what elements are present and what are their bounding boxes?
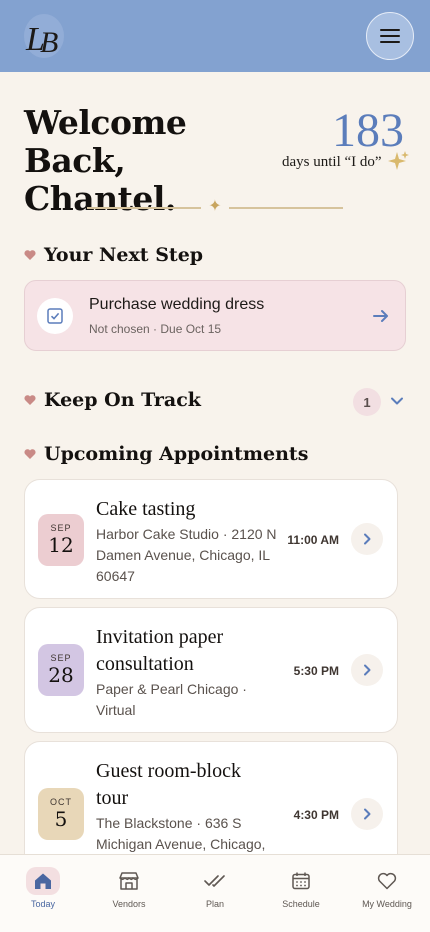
arrow-right-icon[interactable] bbox=[371, 306, 391, 326]
section-next-step: Your Next Step bbox=[24, 244, 203, 266]
appointment-address: Paper & Pearl Chicago · Virtual bbox=[96, 681, 247, 718]
section-title: Keep On Track bbox=[44, 389, 201, 411]
section-title: Your Next Step bbox=[44, 244, 204, 266]
appointment-open-button[interactable] bbox=[351, 798, 383, 830]
menu-button[interactable] bbox=[366, 12, 414, 60]
date-day: 5 bbox=[54, 807, 68, 831]
section-keep-on-track[interactable]: Keep On Track bbox=[24, 389, 201, 411]
next-step-subtitle: Not chosen · Due Oct 15 bbox=[89, 322, 222, 336]
welcome-line-1: Welcome bbox=[24, 103, 187, 142]
appointment-title: Cake tasting bbox=[96, 498, 196, 520]
task-checkbox[interactable] bbox=[37, 298, 73, 334]
date-day: 28 bbox=[48, 663, 74, 687]
section-upcoming-appointments: Upcoming Appointments bbox=[24, 443, 308, 465]
appointment-time: 11:00 AM bbox=[287, 533, 339, 547]
nav-item-vendors[interactable]: Vendors bbox=[86, 867, 172, 909]
calendar-icon bbox=[284, 867, 318, 895]
logo-monogram[interactable]: L B bbox=[20, 8, 72, 64]
checkbox-icon bbox=[47, 308, 63, 324]
svg-text:B: B bbox=[40, 26, 58, 59]
countdown-label: days until “I do” bbox=[282, 154, 382, 170]
home-icon bbox=[26, 867, 60, 895]
date-month: SEP bbox=[50, 653, 72, 663]
appointment-title: Invitation paper consultation bbox=[96, 626, 224, 675]
chevron-down-icon[interactable] bbox=[389, 393, 405, 409]
hamburger-menu-icon bbox=[380, 27, 400, 45]
date-month: SEP bbox=[50, 523, 72, 533]
date-tile: OCT 5 bbox=[38, 788, 84, 840]
nav-item-my-wedding[interactable]: My Wedding bbox=[344, 867, 430, 909]
date-tile: SEP 28 bbox=[38, 644, 84, 696]
date-day: 12 bbox=[48, 533, 74, 557]
nav-label: Plan bbox=[205, 899, 224, 909]
appointment-open-button[interactable] bbox=[351, 654, 383, 686]
appointment-card[interactable]: SEP 12 Cake tasting Harbor Cake Studio ·… bbox=[24, 479, 398, 599]
next-step-title: Purchase wedding dress bbox=[89, 296, 265, 313]
nav-item-plan[interactable]: Plan bbox=[172, 867, 258, 909]
appointment-title: Guest room-block tour bbox=[96, 760, 241, 809]
appointment-time: 4:30 PM bbox=[293, 808, 339, 822]
appointment-time: 5:30 PM bbox=[293, 664, 339, 678]
section-title: Upcoming Appointments bbox=[44, 443, 309, 465]
count-badge: 1 bbox=[353, 388, 381, 416]
heart-icon bbox=[370, 867, 404, 895]
diamond-star-icon: ✦ bbox=[208, 198, 222, 215]
appointment-address: The Blackstone · 636 S Michigan Avenue, … bbox=[96, 815, 266, 852]
chevron-right-icon bbox=[364, 808, 371, 820]
double-check-icon bbox=[198, 867, 232, 895]
ornament-divider: ✦ bbox=[87, 198, 343, 218]
date-month: OCT bbox=[50, 797, 72, 807]
date-tile: SEP 12 bbox=[38, 514, 84, 566]
nav-label: Today bbox=[30, 899, 56, 909]
nav-item-schedule[interactable]: Schedule bbox=[258, 867, 344, 909]
heart-icon bbox=[24, 395, 36, 405]
heart-icon bbox=[24, 449, 36, 459]
appointment-address: Harbor Cake Studio · 2120 N Damen Avenue… bbox=[96, 526, 277, 584]
appointment-open-button[interactable] bbox=[351, 523, 383, 555]
storefront-icon bbox=[112, 867, 146, 895]
top-bar: L B bbox=[0, 0, 430, 72]
heart-icon bbox=[24, 250, 36, 260]
bottom-navigation: Today Vendors Plan Schedule My Wedding bbox=[0, 854, 430, 932]
appointment-card[interactable]: SEP 28 Invitation paper consultation Pap… bbox=[24, 607, 398, 733]
nav-label: Vendors bbox=[112, 899, 146, 909]
sparkle-icon bbox=[388, 151, 409, 170]
chevron-right-icon bbox=[364, 664, 371, 676]
nav-label: My Wedding bbox=[362, 899, 412, 909]
chevron-right-icon bbox=[364, 533, 371, 545]
next-step-card[interactable]: Purchase wedding dress Not chosen · Due … bbox=[24, 280, 406, 351]
nav-label: Schedule bbox=[282, 899, 320, 909]
nav-item-today[interactable]: Today bbox=[0, 867, 86, 909]
